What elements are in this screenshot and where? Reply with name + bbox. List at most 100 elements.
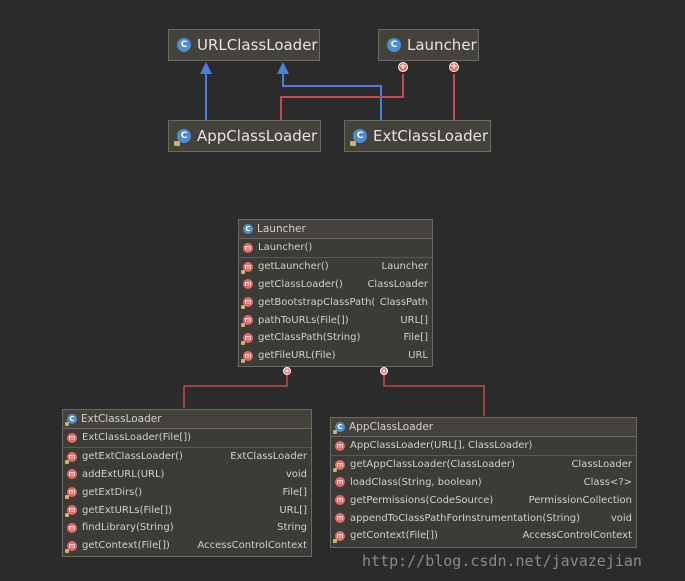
static-class-icon: C: [350, 129, 367, 146]
method-name: getBootstrapClassPath(): [258, 296, 374, 308]
return-type: File[]: [403, 332, 428, 344]
method-name: getExtDirs(): [82, 486, 143, 498]
method-row: m getClassPath(String) File[]: [239, 329, 432, 347]
static-method-icon: m: [65, 451, 77, 464]
launcher-class-box[interactable]: C Launcher m Launcher() m getLauncher() La…: [238, 219, 433, 367]
lock-icon: [174, 141, 180, 146]
class-icon: C: [387, 38, 401, 52]
node-label: AppClassLoader: [197, 127, 318, 145]
ext-extends-arrowhead: [277, 62, 289, 74]
static-method-icon: m: [241, 315, 253, 328]
inner-class-marker-icon: +: [380, 367, 388, 375]
constructor-row: m ExtClassLoader(File[]): [63, 429, 311, 448]
return-type: ClassLoader: [571, 459, 632, 471]
method-row: m getLauncher() Launcher: [239, 258, 432, 276]
method-name: pathToURLs(File[]): [258, 314, 349, 326]
static-method-icon: m: [241, 297, 253, 310]
method-row: m loadClass(String, boolean) Class<?>: [331, 474, 636, 492]
ext-class-loader-node[interactable]: C ExtClassLoader: [344, 120, 491, 152]
app-extends-arrowhead: [200, 62, 212, 74]
url-class-loader-node[interactable]: C URLClassLoader: [168, 29, 320, 61]
method-name: getExtClassLoader(): [82, 451, 183, 463]
method-name: getExtURLs(File[]): [82, 504, 172, 516]
ext-box-inner-line: [183, 372, 288, 408]
class-box-header: C Launcher: [239, 220, 432, 239]
static-method-icon: m: [65, 505, 77, 518]
static-method-icon: m: [241, 332, 253, 345]
return-type: AccessControlContext: [522, 530, 632, 542]
class-icon: C: [243, 224, 253, 234]
static-method-icon: m: [65, 540, 77, 553]
return-type: ClassLoader: [367, 278, 428, 290]
return-type: PermissionCollection: [528, 494, 632, 506]
return-type: URL[]: [279, 504, 307, 516]
app-class-loader-node[interactable]: C AppClassLoader: [168, 120, 321, 152]
method-name: getPermissions(CodeSource): [350, 494, 494, 506]
inner-class-marker-icon: +: [283, 367, 291, 375]
static-class-icon: C: [333, 422, 345, 434]
static-method-icon: m: [241, 350, 253, 363]
method-row: m getContext(File[]) AccessControlContext: [63, 537, 311, 555]
method-icon: m: [67, 432, 77, 443]
constructor-row: m AppClassLoader(URL[], ClassLoader): [331, 437, 636, 456]
app-class-loader-box[interactable]: C AppClassLoader m AppClassLoader(URL[],…: [330, 417, 637, 548]
method-name: getContext(File[]): [350, 530, 438, 542]
class-title: Launcher: [257, 223, 306, 235]
lock-icon: [333, 430, 337, 434]
static-class-icon: C: [174, 129, 191, 146]
method-row: m getAppClassLoader(ClassLoader) ClassLoad…: [331, 456, 636, 474]
method-name: getLauncher(): [258, 261, 329, 273]
node-label: URLClassLoader: [197, 36, 318, 54]
method-row: m getFileURL(File) URL: [239, 347, 432, 365]
method-name: AppClassLoader(URL[], ClassLoader): [350, 440, 533, 452]
method-icon: m: [335, 513, 345, 524]
return-type: Class<?>: [583, 476, 632, 488]
class-icon: C: [177, 38, 191, 52]
return-type: URL: [408, 350, 428, 362]
launcher-node[interactable]: C Launcher: [378, 29, 479, 61]
static-method-icon: m: [333, 459, 345, 472]
method-name: getClassLoader(): [258, 278, 343, 290]
method-icon: m: [243, 242, 253, 253]
node-label: ExtClassLoader: [373, 127, 489, 145]
static-method-icon: m: [241, 261, 253, 274]
method-icon: m: [67, 522, 77, 533]
method-name: getContext(File[]): [82, 540, 170, 552]
method-name: getClassPath(String): [258, 332, 361, 344]
method-row: m findLibrary(String) String: [63, 519, 311, 537]
method-row: m addExtURL(URL) void: [63, 466, 311, 484]
ext-class-loader-box[interactable]: C ExtClassLoader m ExtClassLoader(File[]…: [62, 409, 312, 557]
method-icon: m: [335, 495, 345, 506]
node-label: Launcher: [407, 36, 477, 54]
method-row: m pathToURLs(File[]) URL[]: [239, 311, 432, 329]
method-name: findLibrary(String): [82, 522, 174, 534]
lock-icon: [350, 141, 356, 146]
method-name: getAppClassLoader(ClassLoader): [350, 459, 515, 471]
return-type: void: [610, 512, 632, 524]
static-method-icon: m: [333, 530, 345, 543]
method-row: m getPermissions(CodeSource) PermissionCol…: [331, 491, 636, 509]
class-title: ExtClassLoader: [81, 413, 162, 425]
method-icon: m: [335, 477, 345, 488]
method-name: ExtClassLoader(File[]): [82, 432, 192, 444]
return-type: ClassPath: [379, 296, 428, 308]
inner-class-marker-icon: +: [398, 62, 408, 72]
return-type: void: [285, 468, 307, 480]
static-method-icon: m: [65, 487, 77, 500]
method-row: m getContext(File[]) AccessControlContext: [331, 527, 636, 545]
method-row: m getClassLoader() ClassLoader: [239, 276, 432, 294]
class-box-header: C AppClassLoader: [331, 418, 636, 437]
method-row: m appendToClassPathForInstrumentation(Str…: [331, 509, 636, 527]
app-inner-line: [280, 74, 404, 120]
return-type: Launcher: [381, 261, 428, 273]
method-name: appendToClassPathForInstrumentation(Stri…: [350, 512, 581, 524]
method-name: Launcher(): [258, 242, 313, 254]
lock-icon: [65, 422, 69, 426]
app-box-inner-line: [383, 372, 485, 416]
method-name: loadClass(String, boolean): [350, 476, 482, 488]
return-type: ExtClassLoader: [230, 451, 307, 463]
class-box-header: C ExtClassLoader: [63, 410, 311, 429]
return-type: AccessControlContext: [197, 540, 307, 552]
method-row: m getExtClassLoader() ExtClassLoader: [63, 448, 311, 466]
method-row: m getExtDirs() File[]: [63, 483, 311, 501]
